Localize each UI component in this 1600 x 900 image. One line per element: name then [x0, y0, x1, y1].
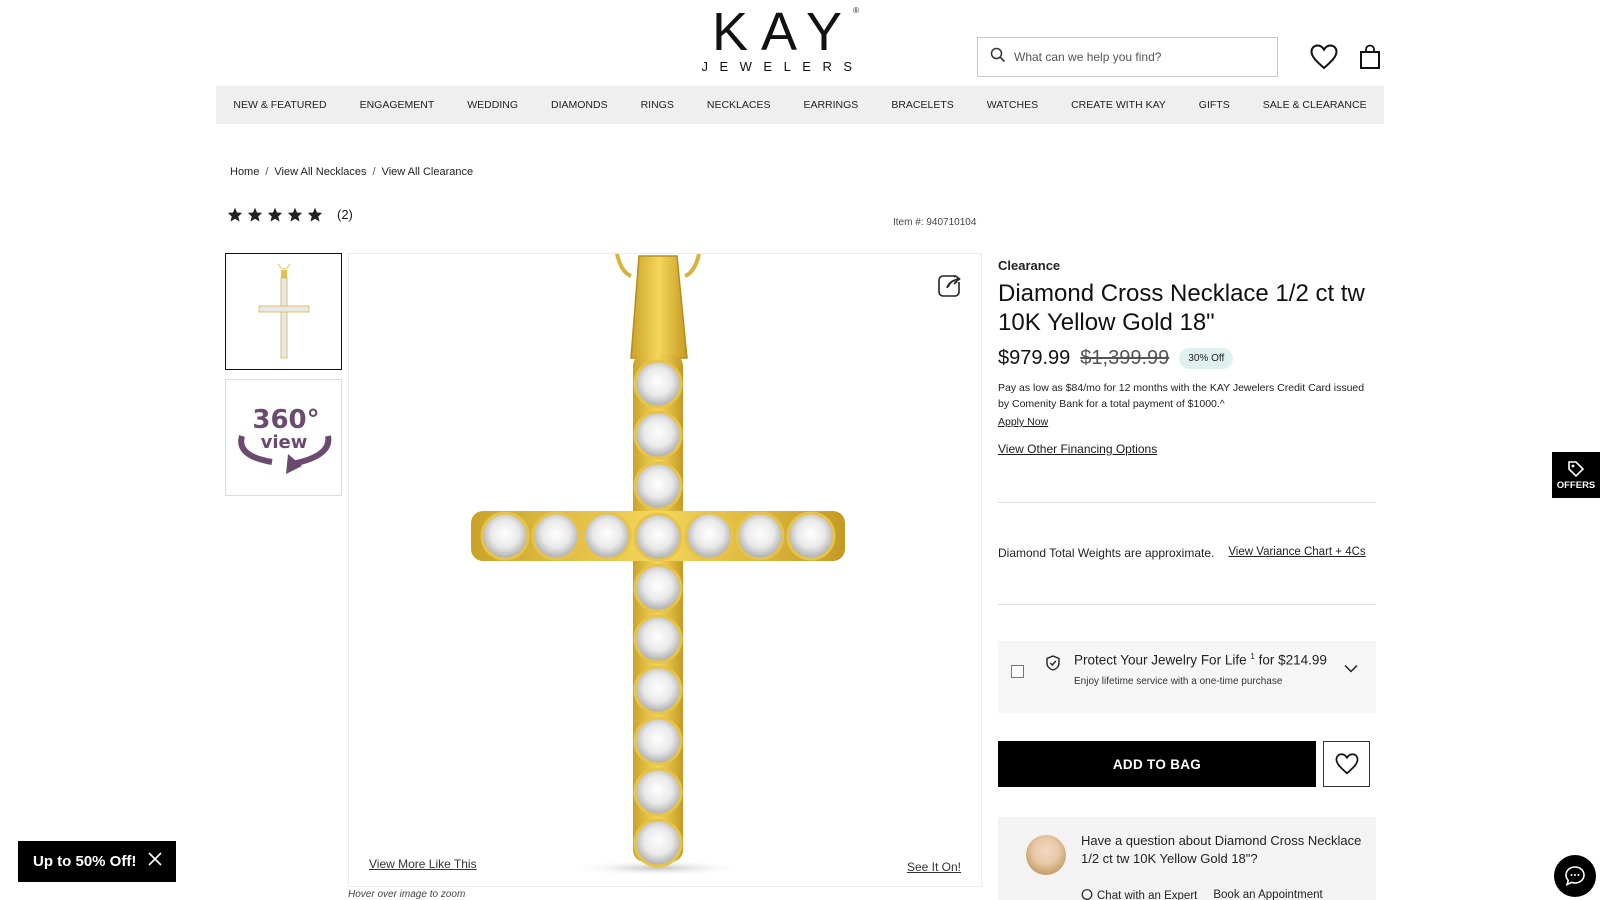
chat-icon — [1565, 866, 1585, 886]
ask-expert-panel: Have a question about Diamond Cross Neck… — [998, 817, 1376, 900]
sale-price: $979.99 — [998, 347, 1071, 369]
zoom-hint: Hover over image to zoom — [348, 889, 466, 900]
chevron-down-icon[interactable] — [1344, 660, 1358, 678]
view-other-financing-link[interactable]: View Other Financing Options — [998, 442, 1157, 456]
thumbnail-cross-image — [258, 263, 309, 358]
price-row: $979.99 $1,399.99 30% Off — [998, 347, 1378, 370]
heart-icon — [1335, 753, 1358, 775]
variance-chart-link[interactable]: View Variance Chart + 4Cs — [1228, 546, 1365, 560]
protection-plan-subtitle: Enjoy lifetime service with a one-time p… — [1074, 676, 1283, 687]
protection-plan: Protect Your Jewelry For Life 1 for $214… — [998, 641, 1376, 713]
offers-label: OFFERS — [1556, 479, 1596, 491]
chat-launcher-button[interactable] — [1554, 855, 1596, 897]
search-icon — [990, 47, 1006, 68]
add-to-wishlist-button[interactable] — [1323, 741, 1370, 787]
breadcrumb-separator: / — [372, 166, 376, 178]
star-icon — [287, 207, 303, 222]
nav-sale-clearance[interactable]: SALE & CLEARANCE — [1246, 99, 1383, 111]
protection-plan-title: Protect Your Jewelry For Life 1 for $214… — [1074, 652, 1327, 668]
main-product-image[interactable]: View More Like This See It On! — [348, 253, 982, 887]
kay-logo[interactable]: KAY ® JEWELERS — [690, 4, 865, 74]
expert-avatar — [1026, 835, 1066, 875]
original-price: $1,399.99 — [1080, 347, 1170, 369]
view-more-like-this-link[interactable]: View More Like This — [369, 857, 477, 871]
question-text: Have a question about Diamond Cross Neck… — [1081, 833, 1362, 866]
variance-note: Diamond Total Weights are approximate. — [998, 546, 1215, 560]
breadcrumb-separator: / — [265, 166, 269, 178]
shield-check-icon — [1046, 655, 1060, 676]
protection-plan-checkbox[interactable] — [1011, 665, 1024, 678]
chat-with-expert-link[interactable]: Chat with an Expert — [1081, 889, 1197, 900]
variance-row: Diamond Total Weights are approximate. V… — [998, 546, 1366, 560]
rotate-360-icon: 360° view — [237, 405, 331, 474]
thumbnail-360-view[interactable]: 360° view — [225, 379, 342, 496]
section-divider — [998, 604, 1376, 605]
nav-new-featured[interactable]: NEW & FEATURED — [217, 99, 343, 111]
discount-badge: 30% Off — [1179, 348, 1234, 369]
svg-text:360°: 360° — [252, 405, 319, 435]
nav-rings[interactable]: RINGS — [624, 99, 690, 111]
offers-tab[interactable]: OFFERS — [1552, 452, 1600, 498]
nav-necklaces[interactable]: NECKLACES — [690, 99, 787, 111]
product-title: Diamond Cross Necklace 1/2 ct tw 10K Yel… — [998, 280, 1365, 336]
breadcrumb-home[interactable]: Home — [230, 166, 259, 178]
main-navigation: NEW & FEATURED ENGAGEMENT WEDDING DIAMON… — [216, 86, 1384, 124]
nav-earrings[interactable]: EARRINGS — [787, 99, 875, 111]
breadcrumb-necklaces[interactable]: View All Necklaces — [274, 166, 366, 178]
search-input[interactable] — [1014, 50, 1254, 64]
clearance-label: Clearance — [998, 258, 1061, 273]
review-count[interactable]: (2) — [337, 207, 353, 222]
item-number: Item #: 940710104 — [893, 217, 977, 228]
thumbnail-product-image[interactable] — [225, 253, 342, 370]
financing-text: Pay as low as $84/mo for 12 months with … — [998, 382, 1365, 410]
breadcrumb-clearance[interactable]: View All Clearance — [382, 166, 474, 178]
nav-gifts[interactable]: GIFTS — [1182, 99, 1246, 111]
logo-wordmark: KAY — [711, 2, 856, 62]
breadcrumb: Home / View All Necklaces / View All Cle… — [230, 166, 473, 178]
book-appointment-link[interactable]: Book an Appointment — [1213, 889, 1322, 900]
chat-with-expert-label: Chat with an Expert — [1097, 890, 1198, 900]
logo-subtitle: JEWELERS — [701, 59, 864, 74]
nav-create-with-kay[interactable]: CREATE WITH KAY — [1055, 99, 1183, 111]
nav-engagement[interactable]: ENGAGEMENT — [343, 99, 451, 111]
protection-footnote: 1 — [1250, 652, 1255, 661]
nav-bracelets[interactable]: BRACELETS — [875, 99, 970, 111]
apply-now-link[interactable]: Apply Now — [998, 416, 1048, 428]
star-icon — [267, 207, 283, 222]
section-divider — [998, 502, 1376, 503]
promo-text: Up to 50% Off! — [33, 853, 137, 870]
logo-registered-mark: ® — [853, 6, 859, 15]
shopping-bag-icon[interactable] — [1355, 42, 1385, 72]
share-icon[interactable] — [937, 272, 963, 298]
price-tag-icon — [1568, 460, 1585, 477]
wishlist-heart-icon[interactable] — [1309, 42, 1339, 72]
nav-watches[interactable]: WATCHES — [970, 99, 1054, 111]
star-icon — [227, 207, 243, 222]
diamond-cross-pendant-image — [471, 254, 845, 876]
protection-plan-price: for $214.99 — [1258, 652, 1327, 668]
expert-links: Chat with an Expert Book an Appointment — [1081, 889, 1323, 900]
star-icon — [247, 207, 263, 222]
add-to-bag-button[interactable]: ADD TO BAG — [998, 741, 1316, 787]
promo-banner[interactable]: Up to 50% Off! — [18, 841, 176, 882]
nav-wedding[interactable]: WEDDING — [451, 99, 535, 111]
product-rating[interactable]: (2) — [227, 207, 353, 222]
chat-bubble-icon — [1081, 889, 1093, 900]
product-info: Clearance Diamond Cross Necklace 1/2 ct … — [998, 258, 1378, 458]
search-bar[interactable] — [977, 37, 1278, 77]
see-it-on-link[interactable]: See It On! — [907, 860, 961, 874]
protection-plan-name: Protect Your Jewelry For Life — [1074, 652, 1247, 668]
close-icon[interactable] — [148, 852, 162, 871]
nav-diamonds[interactable]: DIAMONDS — [535, 99, 625, 111]
star-icon — [307, 207, 323, 222]
svg-text:view: view — [260, 432, 307, 453]
